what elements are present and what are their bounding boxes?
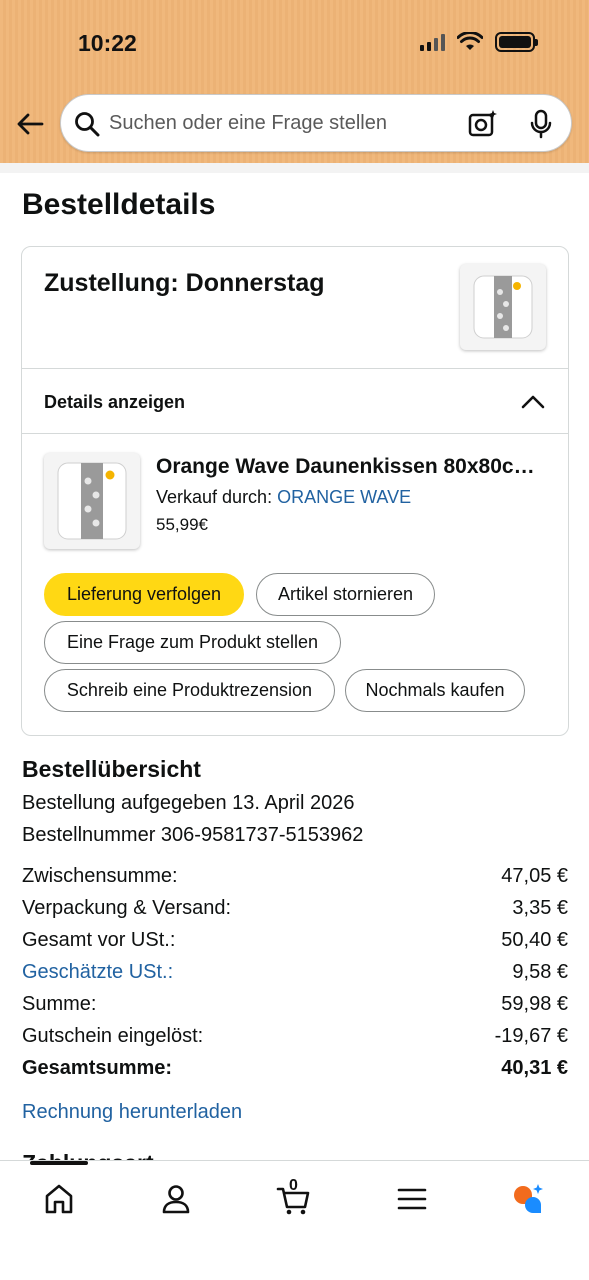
total-label: Verpackung & Versand: bbox=[22, 897, 232, 919]
shipment-card: Zustellung: Donnerstag Details anzeigen … bbox=[21, 246, 569, 736]
total-value: 9,58 € bbox=[512, 961, 568, 983]
header-separator bbox=[0, 163, 589, 173]
details-toggle-label: Details anzeigen bbox=[44, 392, 186, 412]
search-bar[interactable] bbox=[60, 94, 572, 152]
total-row: Zwischensumme: 47,05 € bbox=[22, 865, 568, 897]
details-toggle[interactable]: Details anzeigen bbox=[22, 369, 568, 433]
total-row: Gesamt vor USt.: 50,40 € bbox=[22, 929, 568, 961]
chevron-up-icon bbox=[521, 395, 545, 409]
total-value: 3,35 € bbox=[512, 897, 568, 919]
grand-total-value: 40,31 € bbox=[501, 1057, 568, 1079]
total-label: Summe: bbox=[22, 993, 97, 1015]
cancel-item-button[interactable]: Artikel stornieren bbox=[256, 573, 435, 616]
active-tab-indicator bbox=[30, 1161, 88, 1165]
wifi-icon bbox=[457, 32, 483, 50]
total-label: Zwischensumme: bbox=[22, 865, 178, 887]
rufus-ai-icon[interactable] bbox=[510, 1181, 546, 1217]
battery-icon bbox=[495, 32, 538, 52]
cart-count-badge: 0 bbox=[289, 1177, 298, 1194]
ask-question-button[interactable]: Eine Frage zum Produkt stellen bbox=[44, 621, 341, 664]
page-title: Bestelldetails bbox=[22, 188, 216, 221]
totals-table: Zwischensumme: 47,05 € Verpackung & Vers… bbox=[22, 865, 568, 1089]
buy-again-button[interactable]: Nochmals kaufen bbox=[345, 669, 525, 712]
seller-link[interactable]: ORANGE WAVE bbox=[277, 487, 411, 507]
bottom-navigation: 0 bbox=[0, 1160, 589, 1280]
search-icon bbox=[75, 112, 100, 137]
write-review-button[interactable]: Schreib eine Produktrezension bbox=[44, 669, 335, 712]
total-value: 59,98 € bbox=[501, 993, 568, 1015]
order-number: Bestellnummer 306-9581737-5153962 bbox=[22, 824, 364, 846]
seller-prefix: Verkauf durch: bbox=[156, 487, 273, 507]
home-icon[interactable] bbox=[41, 1181, 77, 1217]
total-label: Gutschein eingelöst: bbox=[22, 1025, 204, 1047]
total-row: Summe: 59,98 € bbox=[22, 993, 568, 1025]
product-price: 55,99€ bbox=[156, 515, 208, 534]
search-input[interactable] bbox=[109, 95, 459, 151]
download-invoice-link[interactable]: Rechnung herunterladen bbox=[22, 1101, 242, 1124]
total-value: -19,67 € bbox=[494, 1025, 568, 1047]
account-icon[interactable] bbox=[158, 1181, 194, 1217]
total-label: Gesamt vor USt.: bbox=[22, 929, 176, 951]
grand-total-label: Gesamtsumme: bbox=[22, 1057, 173, 1079]
total-value: 47,05 € bbox=[501, 865, 568, 887]
total-row: Geschätzte USt.: 9,58 € bbox=[22, 961, 568, 993]
track-delivery-button[interactable]: Lieferung verfolgen bbox=[44, 573, 244, 616]
back-arrow-icon[interactable] bbox=[14, 108, 46, 140]
menu-icon[interactable] bbox=[394, 1181, 430, 1217]
divider bbox=[22, 433, 568, 434]
total-value: 50,40 € bbox=[501, 929, 568, 951]
estimated-vat-link[interactable]: Geschätzte USt.: bbox=[22, 961, 173, 984]
delivery-status-title: Zustellung: Donnerstag bbox=[44, 269, 325, 297]
status-time: 10:22 bbox=[78, 30, 137, 56]
microphone-icon[interactable] bbox=[525, 108, 557, 140]
product-thumbnail[interactable] bbox=[460, 264, 546, 350]
product-image[interactable] bbox=[44, 453, 140, 549]
total-row: Gutschein eingelöst: -19,67 € bbox=[22, 1025, 568, 1057]
product-title[interactable]: Orange Wave Daunenkissen 80x80cm Kopfkis… bbox=[156, 455, 546, 479]
app-header: 10:22 bbox=[0, 0, 589, 163]
order-summary-title: Bestellübersicht bbox=[22, 756, 201, 782]
order-date: Bestellung aufgegeben 13. April 2026 bbox=[22, 792, 355, 814]
seller-info: Verkauf durch: ORANGE WAVE bbox=[156, 487, 411, 508]
cart-button[interactable]: 0 bbox=[276, 1177, 312, 1217]
cellular-signal-icon bbox=[420, 33, 445, 51]
camera-lens-icon[interactable] bbox=[467, 108, 499, 140]
total-row: Verpackung & Versand: 3,35 € bbox=[22, 897, 568, 929]
status-icons bbox=[420, 32, 538, 52]
grand-total-row: Gesamtsumme: 40,31 € bbox=[22, 1057, 568, 1089]
